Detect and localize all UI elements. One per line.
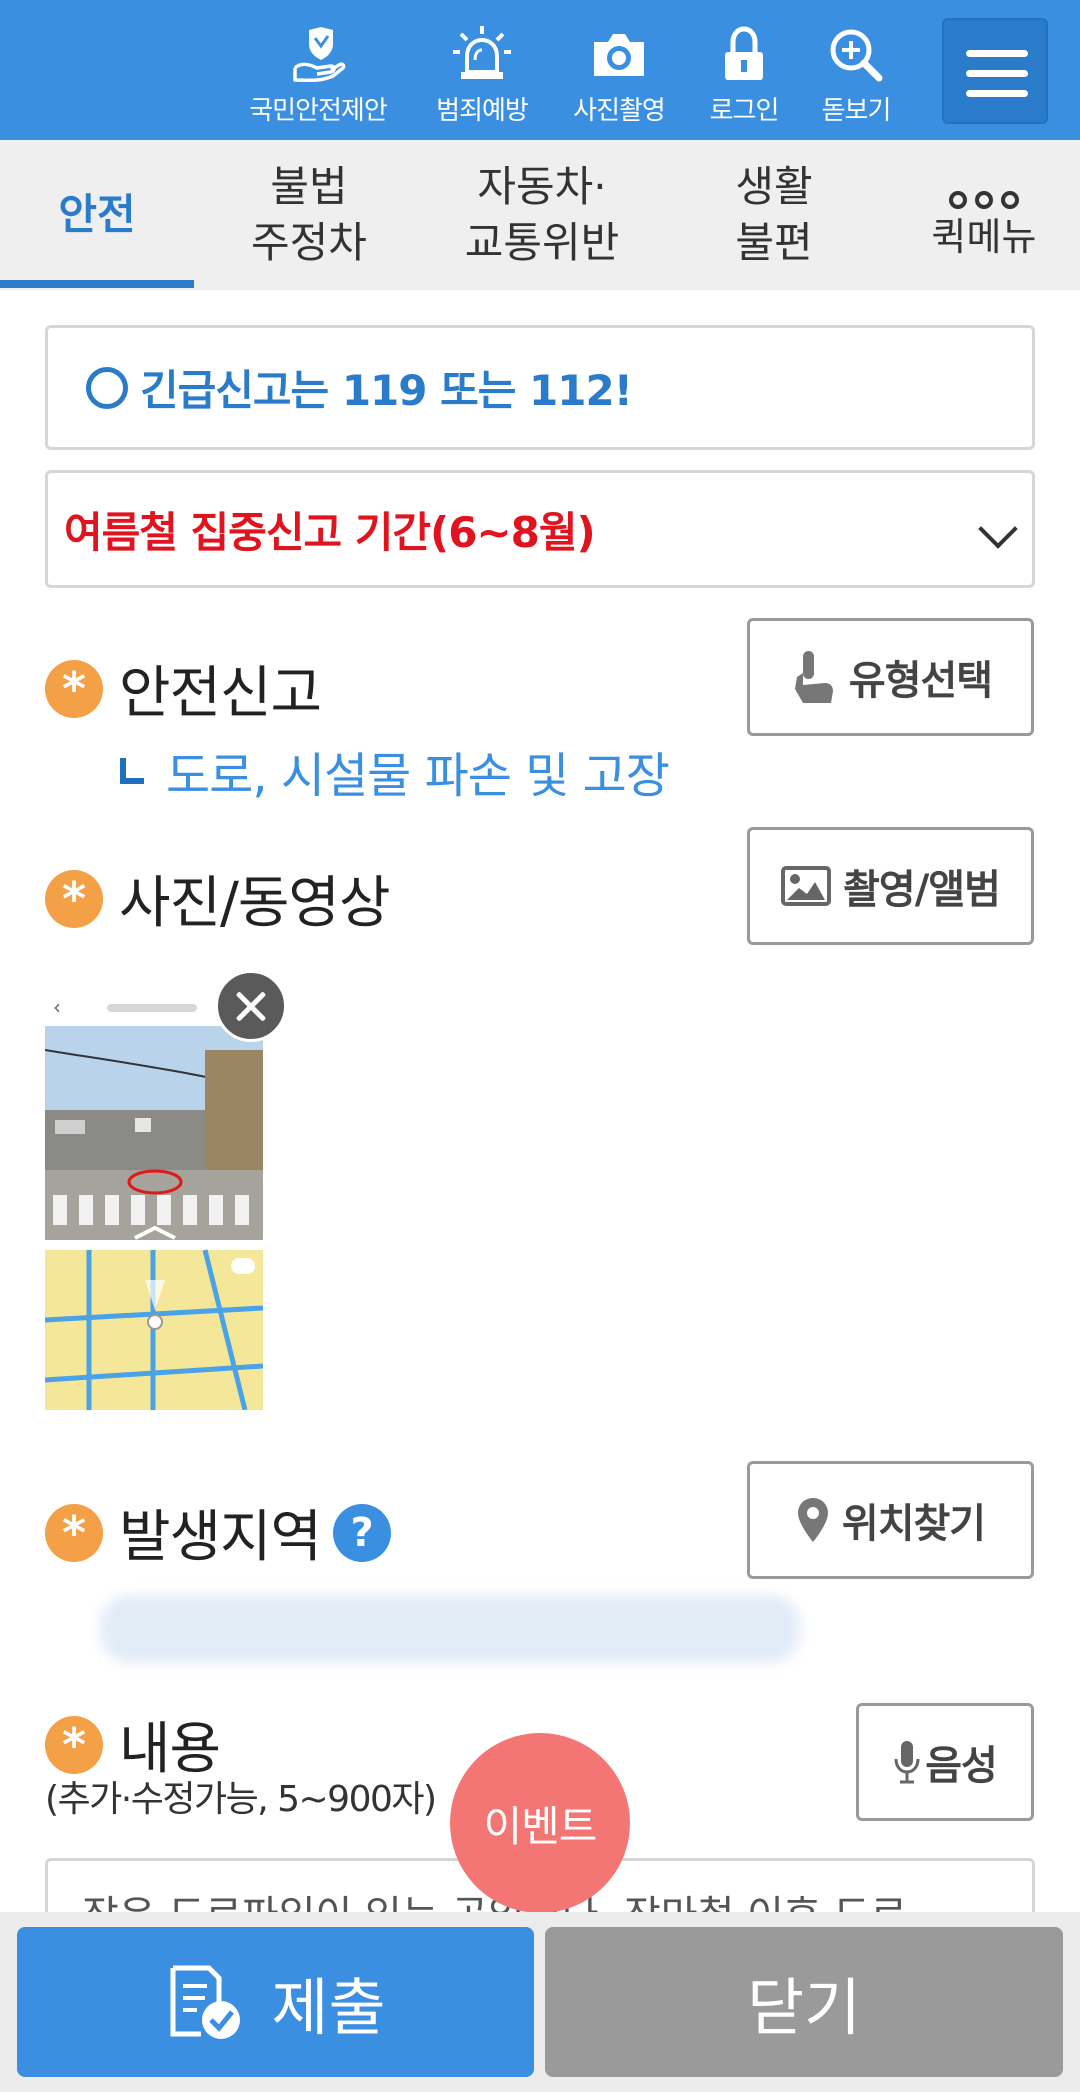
- tab-label: 불법 주정차: [251, 162, 367, 267]
- magnifier-plus-icon: [830, 29, 883, 82]
- remove-photo-button[interactable]: [215, 970, 287, 1042]
- subcategory-text: 도로, 시설물 파손 및 고장: [166, 748, 670, 804]
- location-title: 발생지역: [119, 1505, 322, 1570]
- circle-icon: [86, 366, 128, 409]
- close-label: 닫기: [746, 1971, 862, 2044]
- campaign-select-value: 여름철 집중신고 기간(6~8월): [64, 507, 596, 557]
- svg-text:‹: ‹: [53, 995, 61, 1019]
- select-type-label: 유형선택: [848, 658, 993, 704]
- campaign-select[interactable]: 여름철 집중신고 기간(6~8월): [45, 470, 1035, 588]
- image-icon: [781, 866, 832, 906]
- close-button[interactable]: 닫기: [545, 1927, 1063, 2077]
- emergency-notice: 긴급신고는 119 또는 112!: [45, 325, 1035, 450]
- camera-icon: [594, 34, 644, 76]
- required-star-icon: *: [45, 1503, 103, 1562]
- voice-input-button[interactable]: 음성: [856, 1703, 1034, 1821]
- select-type-button[interactable]: 유형선택: [747, 618, 1034, 736]
- document-check-icon: [170, 1965, 241, 2039]
- emergency-notice-text: 긴급신고는 119 또는 112!: [140, 366, 633, 415]
- tab-safety[interactable]: 안전: [0, 140, 194, 290]
- hamburger-menu-icon[interactable]: [942, 18, 1048, 124]
- lock-icon: [725, 26, 763, 80]
- more-dots-icon: [949, 191, 1019, 209]
- tab-label: 자동차· 교통위반: [464, 162, 620, 267]
- map-pin-icon: [797, 1498, 828, 1542]
- header-item-magnifier[interactable]: 돋보기: [776, 18, 936, 128]
- tab-traffic-violation[interactable]: 자동차· 교통위반: [424, 140, 660, 290]
- voice-input-label: 음성: [925, 1743, 998, 1789]
- tab-living-inconvenience[interactable]: 생활 불편: [660, 140, 888, 290]
- tab-label: 퀵메뉴: [931, 215, 1037, 259]
- tab-label: 생활 불편: [735, 162, 813, 267]
- siren-icon: [453, 26, 511, 79]
- tab-label: 안전: [58, 190, 136, 239]
- hand-shield-icon: [293, 27, 346, 83]
- chevron-down-icon: [978, 509, 1018, 549]
- street-view-photo: ‹: [45, 990, 263, 1410]
- header-item-crime-prevention[interactable]: 범죄예방: [402, 18, 562, 128]
- attached-photo[interactable]: ‹: [45, 990, 263, 1410]
- header-label: 범죄예방: [436, 96, 529, 126]
- report-type-header: * 안전신고: [45, 648, 322, 729]
- location-header: * 발생지역 ?: [45, 1492, 392, 1573]
- find-location-button[interactable]: 위치찾기: [747, 1461, 1034, 1579]
- header-label: 국민안전제안: [249, 96, 388, 126]
- find-location-label: 위치찾기: [841, 1501, 986, 1547]
- tab-illegal-parking[interactable]: 불법 주정차: [194, 140, 424, 290]
- report-type-title: 안전신고: [119, 661, 322, 726]
- help-icon[interactable]: ?: [333, 1503, 392, 1562]
- redacted-address: [100, 1595, 800, 1663]
- elbow-arrow-icon: [120, 758, 144, 784]
- media-title: 사진/동영상: [119, 871, 390, 936]
- report-subcategory: 도로, 시설물 파손 및 고장: [120, 736, 670, 806]
- event-button[interactable]: 이벤트: [450, 1733, 630, 1913]
- microphone-icon: [894, 1741, 920, 1784]
- header-item-safety-proposal[interactable]: 국민안전제안: [238, 18, 398, 128]
- required-star-icon: *: [45, 1715, 103, 1774]
- event-label: 이벤트: [483, 1801, 598, 1851]
- camera-album-button[interactable]: 촬영/앨범: [747, 827, 1034, 945]
- category-tabs: 안전 불법 주정차 자동차· 교통위반 생활 불편 퀵메뉴: [0, 140, 1080, 290]
- active-tab-indicator: [0, 280, 194, 288]
- required-star-icon: *: [45, 869, 103, 928]
- submit-button[interactable]: 제출: [17, 1927, 534, 2077]
- tap-finger-icon: [794, 651, 833, 703]
- submit-label: 제출: [271, 1971, 386, 2044]
- header-label: 돋보기: [821, 96, 892, 126]
- required-star-icon: *: [45, 659, 103, 718]
- tab-quick-menu[interactable]: 퀵메뉴: [888, 140, 1080, 290]
- content-length-note: (추가·수정가능, 5~900자): [45, 1779, 437, 1820]
- top-header: 국민안전제안 범죄예방 사진촬영 로그인 돋보기: [0, 0, 1080, 140]
- camera-album-label: 촬영/앨범: [843, 867, 1001, 913]
- media-header: * 사진/동영상: [45, 858, 390, 939]
